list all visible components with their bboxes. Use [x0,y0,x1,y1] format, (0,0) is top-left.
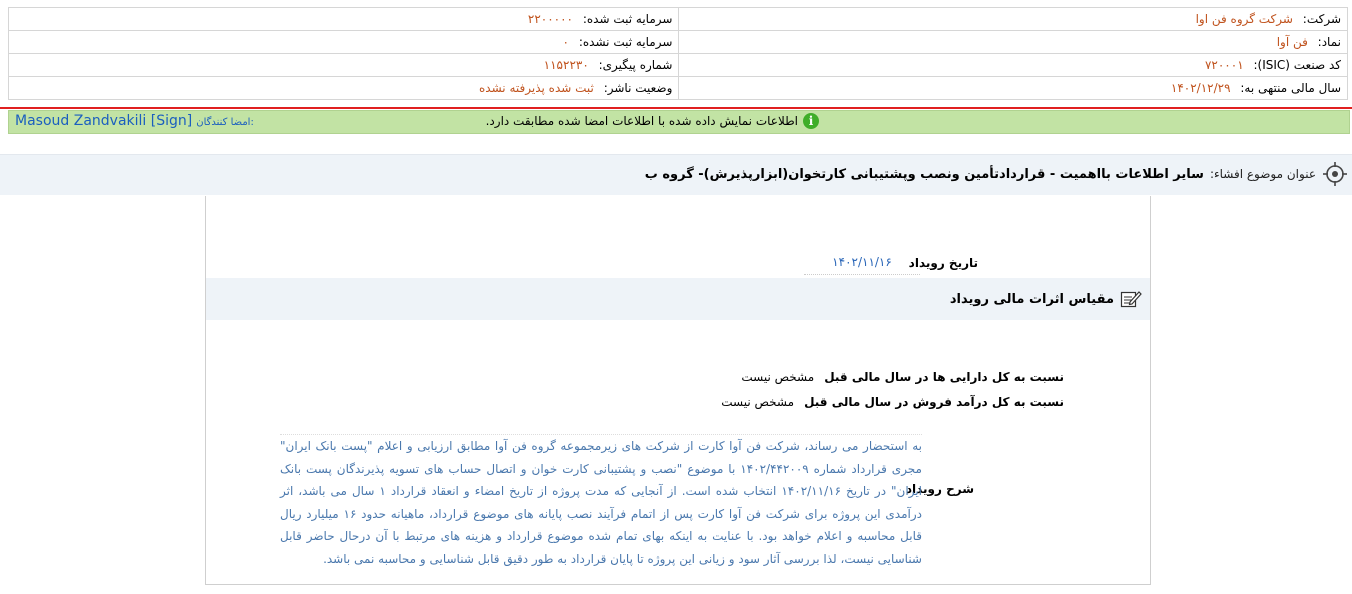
isic-cell: کد صنعت (ISIC): ۷۲۰۰۰۱ [678,53,1348,77]
info-row-fiscal: سال مالی منتهی به: ۱۴۰۲/۱۲/۲۹ وضعیت ناشر… [7,76,1348,100]
fiscal-label: سال مالی منتهی به: [1240,81,1341,95]
verification-message: i اطلاعات نمایش داده شده با اطلاعات امضا… [486,113,819,129]
assets-ratio-value: مشخص نیست [741,370,815,384]
assets-ratio-row: نسبت به کل دارایی ها در سال مالی قبل مشخ… [741,370,1064,384]
symbol-cell: نماد: فن آوا [678,30,1348,54]
reg-capital-value: ۲۲۰۰۰۰۰ [527,12,573,26]
event-description-text: به استحضار می رساند، شرکت فن آوا کارت از… [280,434,922,570]
tracking-label: شماره پیگیری: [598,58,673,72]
event-date-value: ۱۴۰۲/۱۱/۱۶ [804,252,920,275]
isic-label: کد صنعت (ISIC): [1253,58,1341,72]
info-row-company: شرکت: شرکت گروه فن اوا سرمایه ثبت شده: ۲… [7,7,1348,31]
info-row-isic: کد صنعت (ISIC): ۷۲۰۰۰۱ شماره پیگیری: ۱۱۵… [7,53,1348,77]
publisher-status-label: وضعیت ناشر: [603,81,673,95]
unreg-capital-cell: سرمایه ثبت نشده: ۰ [7,30,680,54]
revenue-ratio-label: نسبت به کل درآمد فروش در سال مالی قبل [804,395,1064,409]
header-divider [0,107,1352,109]
tracking-value: ۱۱۵۲۲۳۰ [543,58,589,72]
reg-capital-label: سرمایه ثبت شده: [582,12,673,26]
financial-impact-text: مقیاس اثرات مالی رویداد [949,291,1114,307]
financial-impact-header: مقیاس اثرات مالی رویداد [206,278,1150,320]
revenue-ratio-row: نسبت به کل درآمد فروش در سال مالی قبل مش… [721,395,1064,409]
financial-impact-title: مقیاس اثرات مالی رویداد [950,289,1142,309]
title-label: عنوان موضوع افشاء: [1209,167,1316,181]
company-info-table: شرکت: شرکت گروه فن اوا سرمایه ثبت شده: ۲… [7,7,1348,100]
edit-note-icon [1120,291,1142,308]
revenue-ratio-value: مشخص نیست [721,395,795,409]
event-panel: تاریخ رویداد ۱۴۰۲/۱۱/۱۶ مقیاس اثرات مالی… [205,196,1151,585]
publisher-status-value: ثبت شده پذیرفته نشده [479,81,594,95]
signers: Masoud Zandvakili [Sign] امضا کنندگان: [15,113,254,129]
company-label: شرکت: [1302,12,1341,26]
fiscal-value: ۱۴۰۲/۱۲/۲۹ [1170,81,1231,95]
company-value: شرکت گروه فن اوا [1195,12,1293,26]
assets-ratio-label: نسبت به کل دارایی ها در سال مالی قبل [824,370,1064,384]
signers-label: امضا کنندگان: [196,117,254,128]
symbol-value: فن آوا [1276,35,1308,49]
verification-bar: i اطلاعات نمایش داده شده با اطلاعات امضا… [8,110,1350,134]
title-text: سایر اطلاعات بااهمیت - قراردادتأمین ونصب… [644,166,1204,182]
tracking-cell: شماره پیگیری: ۱۱۵۲۲۳۰ [7,53,680,77]
isic-value: ۷۲۰۰۰۱ [1204,58,1244,72]
reg-capital-cell: سرمایه ثبت شده: ۲۲۰۰۰۰۰ [7,7,680,31]
fiscal-cell: سال مالی منتهی به: ۱۴۰۲/۱۲/۲۹ [678,76,1348,100]
disclosure-title: عنوان موضوع افشاء: سایر اطلاعات بااهمیت … [645,161,1348,187]
info-icon: i [803,113,819,129]
signer-name-link[interactable]: Masoud Zandvakili [Sign] [15,113,192,129]
disclosure-title-bar: عنوان موضوع افشاء: سایر اطلاعات بااهمیت … [0,154,1352,195]
unreg-capital-value: ۰ [562,35,569,49]
symbol-label: نماد: [1317,35,1341,49]
verification-text: اطلاعات نمایش داده شده با اطلاعات امضا ش… [485,114,798,128]
unreg-capital-label: سرمایه ثبت نشده: [578,35,673,49]
publisher-status-cell: وضعیت ناشر: ثبت شده پذیرفته نشده [7,76,680,100]
info-row-symbol: نماد: فن آوا سرمایه ثبت نشده: ۰ [7,30,1348,54]
target-icon [1323,162,1347,186]
company-cell: شرکت: شرکت گروه فن اوا [678,7,1348,31]
